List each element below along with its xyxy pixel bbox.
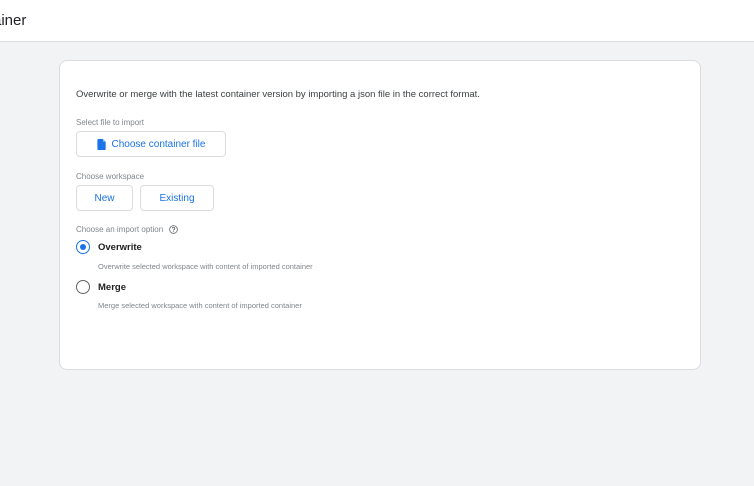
file-icon (96, 138, 106, 150)
workspace-existing-label: Existing (159, 192, 195, 204)
import-option-label: Choose an import option (76, 225, 164, 234)
merge-description: Merge selected workspace with content of… (98, 301, 302, 310)
workspace-existing-button[interactable]: Existing (140, 185, 214, 211)
merge-option[interactable]: Merge (76, 280, 126, 294)
help-circle-icon[interactable] (169, 225, 179, 234)
merge-radio[interactable] (76, 280, 90, 294)
import-container-card: Overwrite or merge with the latest conta… (59, 60, 701, 370)
workspace-new-button[interactable]: New (76, 185, 133, 211)
workspace-new-label: New (94, 192, 115, 204)
overwrite-description: Overwrite selected workspace with conten… (98, 262, 313, 271)
merge-label: Merge (98, 281, 126, 293)
choose-container-file-button[interactable]: Choose container file (76, 131, 226, 157)
overwrite-radio[interactable] (76, 240, 90, 254)
choose-container-file-label: Choose container file (111, 138, 206, 150)
import-option-label-row: Choose an import option (76, 225, 179, 234)
top-bar: ainer (0, 0, 754, 42)
overwrite-label: Overwrite (98, 241, 142, 253)
select-file-label: Select file to import (76, 118, 145, 127)
intro-text: Overwrite or merge with the latest conta… (76, 89, 480, 100)
page-title: ainer (0, 12, 27, 29)
overwrite-option[interactable]: Overwrite (76, 240, 142, 254)
choose-workspace-label: Choose workspace (76, 172, 145, 181)
